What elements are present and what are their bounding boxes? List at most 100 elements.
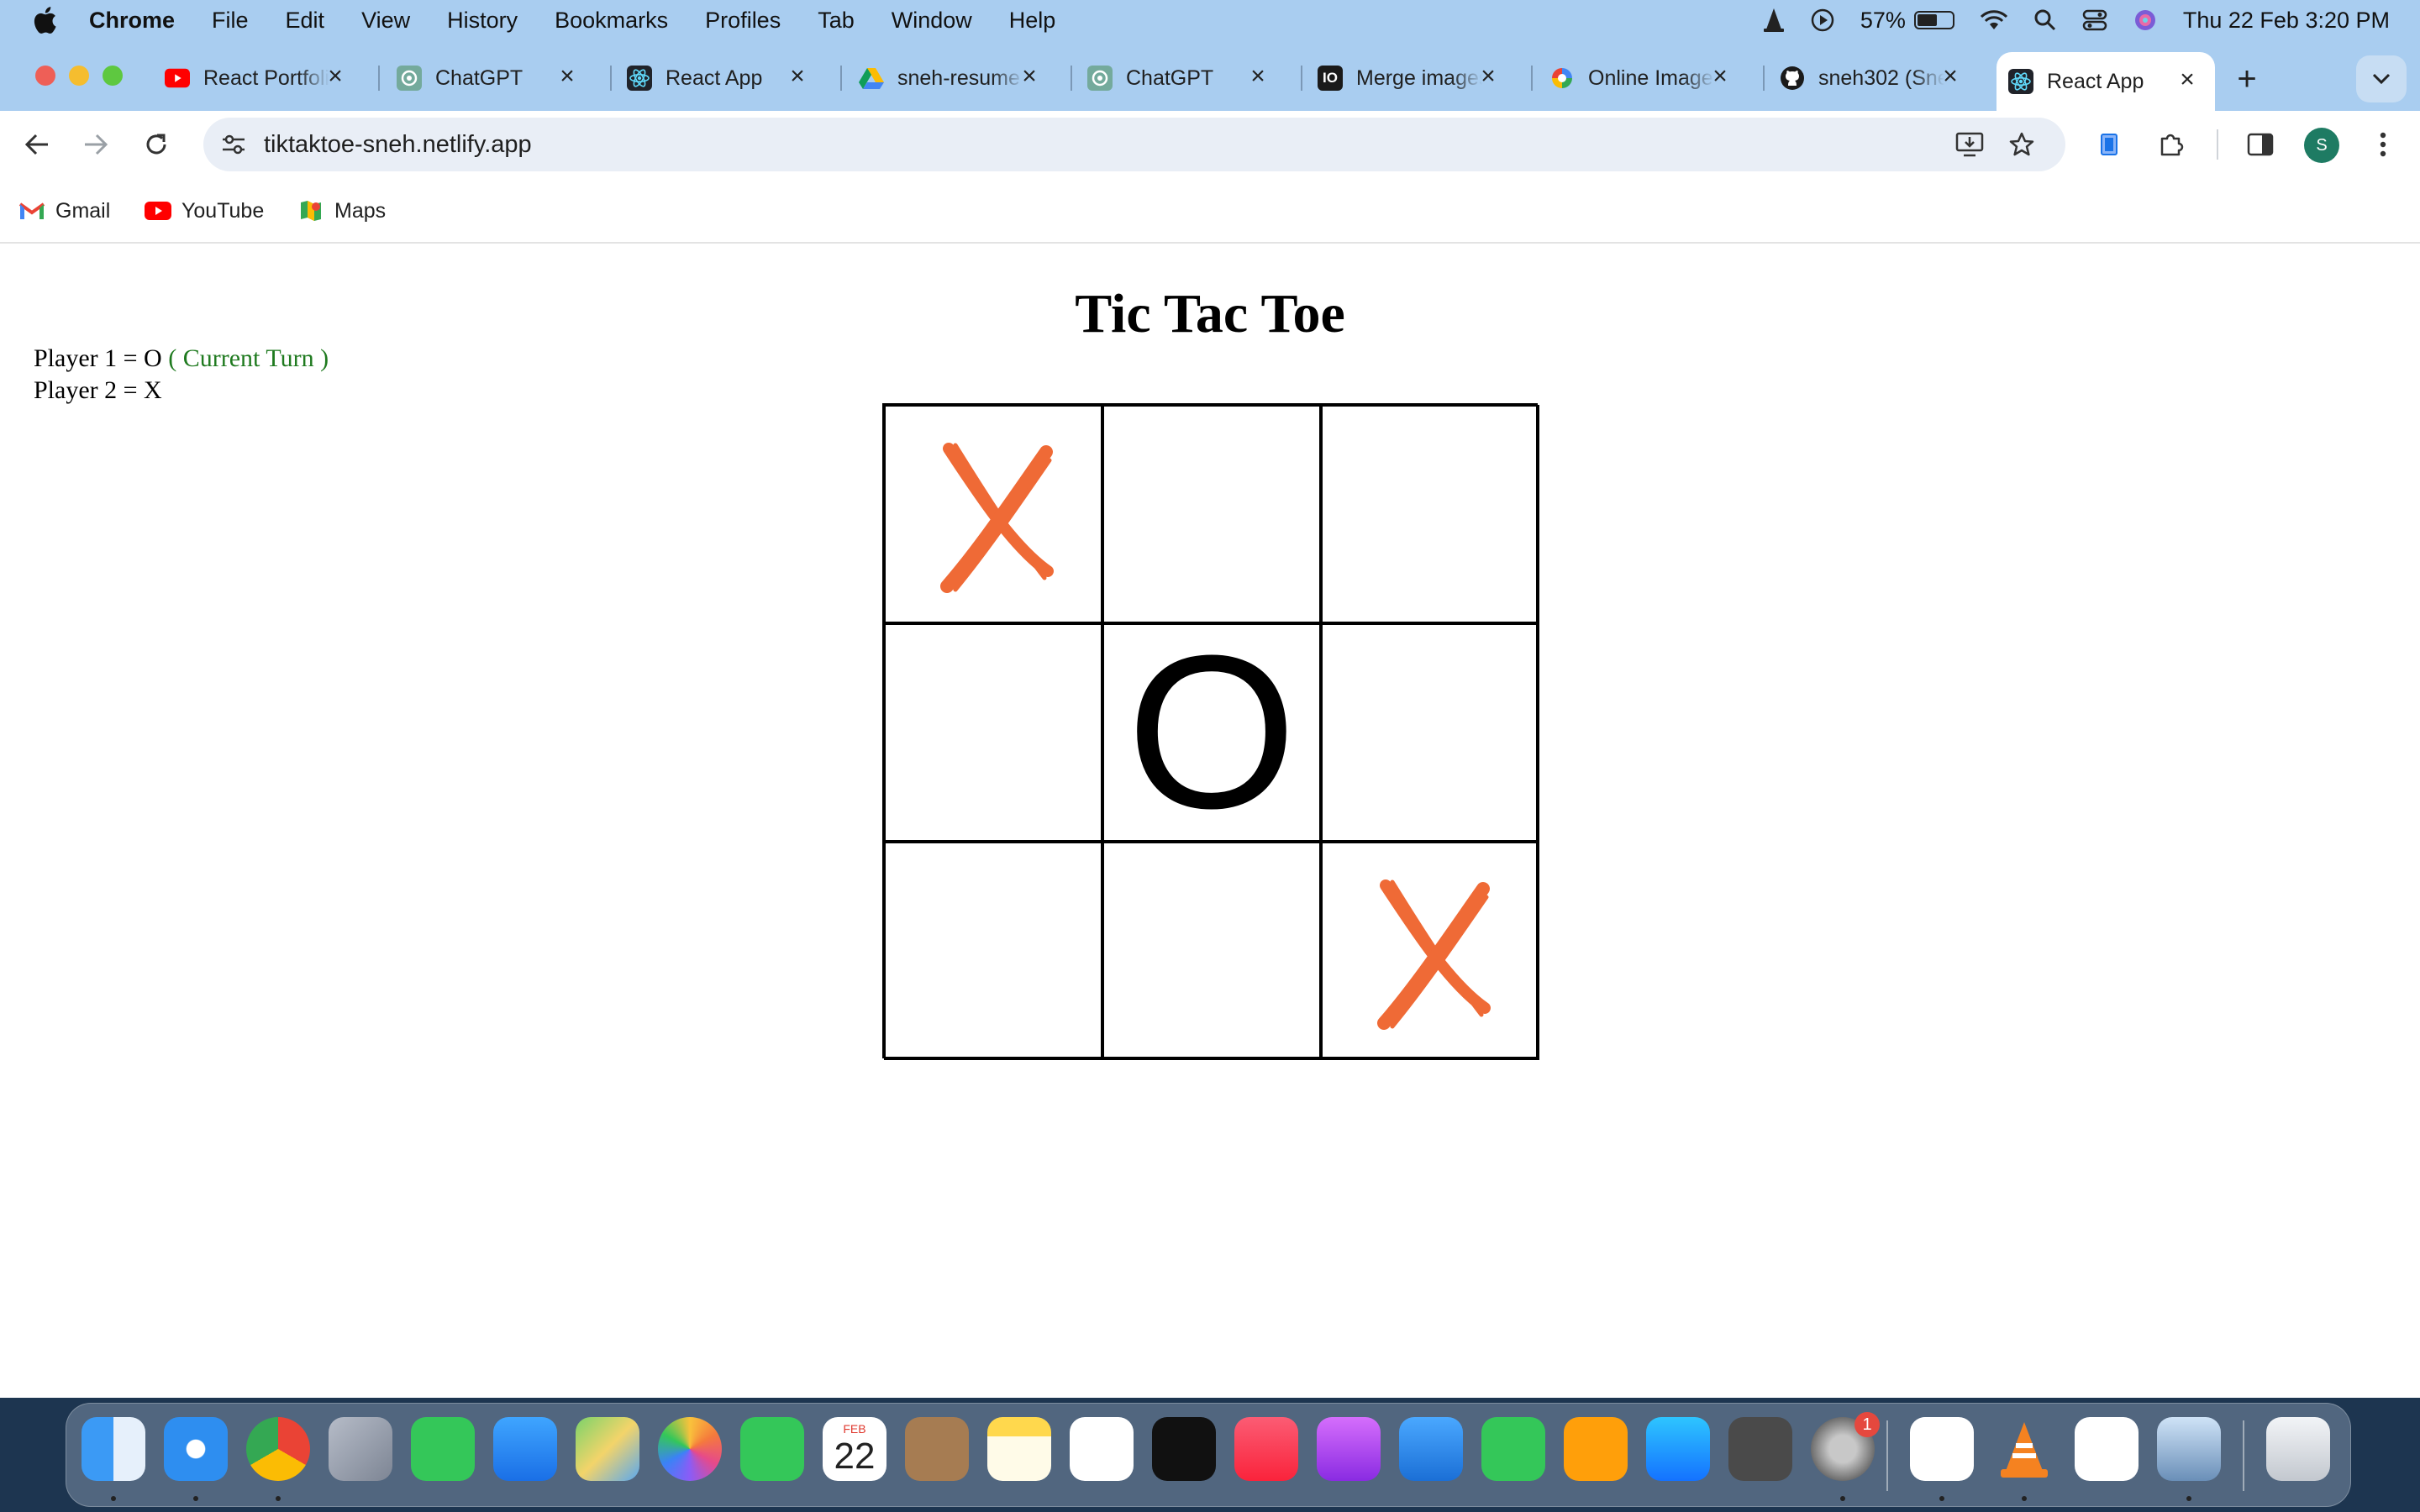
messages-icon[interactable] (411, 1417, 475, 1481)
board-cell-6[interactable] (884, 842, 1102, 1060)
tab-merge-images[interactable]: IO Merge images × (1318, 52, 1516, 104)
minimize-window-button[interactable] (69, 66, 89, 86)
tab-sneh-resume[interactable]: sneh-resume × (859, 52, 1057, 104)
extensions-button[interactable] (2153, 126, 2190, 163)
photos-icon[interactable] (658, 1417, 722, 1481)
vscode-icon[interactable] (1910, 1417, 1974, 1481)
tab-close-icon[interactable]: × (1245, 64, 1270, 89)
tab-search-button[interactable] (2356, 55, 2407, 102)
menu-tab[interactable]: Tab (818, 8, 855, 34)
menu-edit[interactable]: Edit (286, 8, 325, 34)
menu-history[interactable]: History (447, 8, 518, 34)
control-center-icon[interactable] (2082, 8, 2107, 32)
board-cell-0[interactable] (884, 405, 1102, 623)
react-icon (627, 66, 652, 91)
chrome-icon[interactable] (246, 1417, 310, 1481)
back-button[interactable] (18, 126, 55, 163)
arrow-left-icon (24, 134, 48, 155)
notes-icon[interactable] (987, 1417, 1051, 1481)
music-icon[interactable] (1234, 1417, 1298, 1481)
board-cell-5[interactable] (1321, 623, 1539, 842)
mail-icon[interactable] (493, 1417, 557, 1481)
tab-online-image[interactable]: Online Image × (1549, 52, 1748, 104)
menubar-clock[interactable]: Thu 22 Feb 3:20 PM (2183, 8, 2390, 34)
close-window-button[interactable] (35, 66, 55, 86)
vlc-status-icon[interactable] (1763, 8, 1785, 33)
notification-badge: 1 (1854, 1412, 1880, 1437)
keynote-icon[interactable] (1399, 1417, 1463, 1481)
calendar-icon[interactable]: FEB 22 (823, 1417, 886, 1481)
podcasts-icon[interactable] (1317, 1417, 1381, 1481)
youtube-icon (165, 66, 190, 91)
zoom-window-button[interactable] (103, 66, 123, 86)
tab-close-icon[interactable]: × (785, 64, 810, 89)
preview-icon[interactable] (2157, 1417, 2221, 1481)
current-turn-indicator: ( Current Turn ) (168, 344, 329, 372)
siri-icon[interactable] (2133, 8, 2158, 33)
tab-close-icon[interactable]: × (1017, 64, 1042, 89)
chrome-menu-button[interactable] (2365, 126, 2402, 163)
profile-avatar[interactable]: S (2304, 128, 2339, 163)
url-text[interactable]: tiktaktoe-sneh.netlify.app (264, 131, 532, 159)
board-cell-8[interactable] (1321, 842, 1539, 1060)
reload-button[interactable] (138, 126, 175, 163)
site-info-icon[interactable] (215, 126, 252, 163)
menu-help[interactable]: Help (1009, 8, 1056, 34)
wps-office-icon[interactable] (2075, 1417, 2139, 1481)
spotlight-search-icon[interactable] (2033, 8, 2057, 32)
side-panel-button[interactable] (2242, 126, 2279, 163)
play-status-icon[interactable] (1810, 8, 1835, 33)
reminders-icon[interactable] (1070, 1417, 1134, 1481)
vlc-icon[interactable] (1992, 1417, 2056, 1481)
tab-chatgpt-2[interactable]: ChatGPT × (1087, 52, 1286, 104)
app-store-icon[interactable] (1646, 1417, 1710, 1481)
board-cell-4[interactable]: O (1102, 623, 1321, 842)
bookmark-maps[interactable]: Maps (297, 195, 386, 227)
trash-icon[interactable] (2266, 1417, 2330, 1481)
menu-bookmarks[interactable]: Bookmarks (555, 8, 668, 34)
tab-close-icon[interactable]: × (323, 64, 348, 89)
tab-react-app-active[interactable]: React App × (1996, 52, 2215, 111)
sublime-text-icon[interactable] (1728, 1417, 1792, 1481)
pages-icon[interactable] (1564, 1417, 1628, 1481)
address-bar[interactable]: tiktaktoe-sneh.netlify.app (203, 118, 2065, 171)
bookmark-star-icon[interactable] (2003, 126, 2040, 163)
tab-close-icon[interactable]: × (2175, 67, 2200, 92)
tab-close-icon[interactable]: × (1938, 64, 1963, 89)
menu-view[interactable]: View (361, 8, 410, 34)
tab-close-icon[interactable]: × (1707, 64, 1733, 89)
finder-icon[interactable] (82, 1417, 145, 1481)
extension-reader-button[interactable] (2091, 126, 2128, 163)
safari-icon[interactable] (164, 1417, 228, 1481)
launchpad-icon[interactable] (329, 1417, 392, 1481)
battery-indicator[interactable]: 57% (1860, 8, 1954, 34)
tab-github-sneh302[interactable]: sneh302 (Sneh) × (1780, 52, 1978, 104)
numbers-icon[interactable] (1481, 1417, 1545, 1481)
wifi-icon[interactable] (1980, 9, 2008, 31)
system-settings-icon[interactable]: 1 (1811, 1412, 1880, 1481)
menu-profiles[interactable]: Profiles (705, 8, 781, 34)
menu-app-name[interactable]: Chrome (89, 8, 175, 34)
apple-tv-icon[interactable] (1152, 1417, 1216, 1481)
new-tab-button[interactable]: + (2228, 60, 2265, 97)
board-cell-1[interactable] (1102, 405, 1321, 623)
bookmark-youtube[interactable]: YouTube (145, 195, 264, 227)
facetime-icon[interactable] (740, 1417, 804, 1481)
tab-title: React App (2047, 69, 2144, 93)
bookmark-gmail[interactable]: Gmail (18, 195, 110, 227)
tab-close-icon[interactable]: × (1476, 64, 1501, 89)
board-cell-3[interactable] (884, 623, 1102, 842)
menu-window[interactable]: Window (892, 8, 972, 34)
maps-app-icon[interactable] (576, 1417, 639, 1481)
apple-menu-icon[interactable] (32, 6, 57, 34)
tab-react-app[interactable]: React App × (627, 52, 825, 104)
tab-close-icon[interactable]: × (555, 64, 580, 89)
install-app-icon[interactable] (1951, 126, 1988, 163)
board-cell-7[interactable] (1102, 842, 1321, 1060)
contacts-icon[interactable] (905, 1417, 969, 1481)
board-cell-2[interactable] (1321, 405, 1539, 623)
tab-chatgpt[interactable]: ChatGPT × (397, 52, 595, 104)
tab-react-portfolio[interactable]: React Portfolio × (165, 52, 363, 104)
menu-file[interactable]: File (212, 8, 249, 34)
forward-button[interactable] (77, 126, 114, 163)
